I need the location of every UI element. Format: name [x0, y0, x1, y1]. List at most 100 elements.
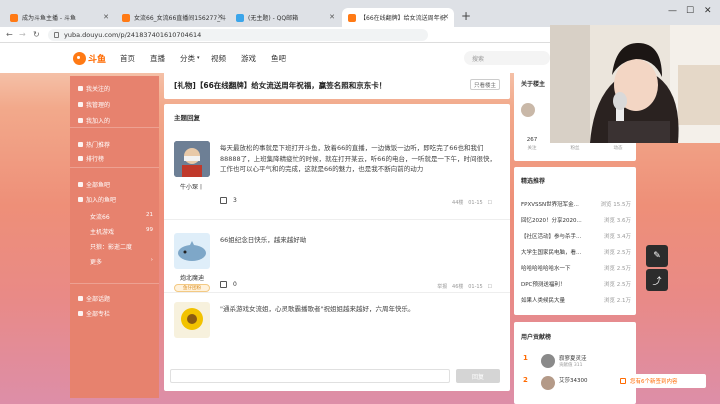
grid-icon	[78, 182, 83, 187]
notice-toast[interactable]: 您有6个新签到内容	[614, 374, 706, 388]
flame-icon	[78, 142, 83, 147]
share-icon[interactable]: ⤴	[646, 269, 668, 291]
close-icon[interactable]: ✕	[217, 13, 223, 21]
reply-date: 01-15	[468, 200, 483, 206]
recommend-item-title: 回忆2020！分享2020...	[521, 218, 582, 224]
url-text: yuba.douyu.com/p/241837401610704614	[64, 31, 202, 39]
recommend-item[interactable]: FPXVSSN世界冠军金... 浏览 15.5万	[521, 200, 631, 208]
only-host-button[interactable]: 只看楼主	[470, 79, 500, 90]
new-tab-icon[interactable]: +	[461, 9, 471, 23]
like-count: 0	[233, 281, 237, 288]
nav-video[interactable]: 视频	[211, 53, 226, 64]
close-icon[interactable]: ✕	[103, 13, 109, 21]
sidebar-item-following[interactable]: 我关注的	[78, 84, 110, 93]
stat-label: 动态	[613, 146, 623, 151]
like-button[interactable]: 3	[220, 197, 237, 204]
sidebar-item-label: 我管理的	[86, 102, 111, 109]
maximize-icon[interactable]: ☐	[686, 6, 694, 16]
like-count: 3	[233, 197, 237, 204]
sidebar-item-joined[interactable]: 我加入的	[78, 116, 110, 125]
sidebar-item-label: 全部鱼吧	[86, 182, 111, 189]
reload-icon[interactable]: ↻	[33, 30, 40, 39]
sidebar-item-joined-yuba[interactable]: 加入的鱼吧	[78, 195, 116, 204]
floor-number: 46楼	[452, 284, 464, 290]
sidebar-item-managed[interactable]: 我管理的	[78, 100, 110, 109]
column-icon	[78, 311, 83, 316]
edit-icon[interactable]: ✎	[646, 245, 668, 267]
reply-bar: 回复	[164, 365, 510, 387]
back-icon[interactable]: ←	[6, 30, 13, 39]
avatar-image	[174, 233, 210, 269]
nav-yuba[interactable]: 鱼吧	[271, 53, 286, 64]
recommend-item[interactable]: 大学生国家民电脑，看... 浏览 2.5万	[521, 248, 631, 256]
browser-tab-active[interactable]: 【66在线翻牌】给女流送周年祝 ✕	[342, 8, 454, 27]
browser-tab[interactable]: (无主题) - QQ邮箱 ✕	[230, 8, 340, 27]
window-close-icon[interactable]: ✕	[704, 6, 712, 16]
rank-name: 艾莎34300	[559, 378, 588, 384]
avatar[interactable]	[174, 233, 210, 269]
rank-title: 用户贡献榜	[521, 334, 552, 341]
sidebar-item-label: 我加入的	[86, 118, 111, 125]
sidebar-item-more[interactable]: 更多	[90, 257, 102, 266]
minimize-icon[interactable]: —	[668, 6, 677, 16]
rank-card: 用户贡献榜 1 寂寥夏灵洼 贡献值 311 2 艾莎34300	[514, 322, 636, 404]
sidebar-item-all-topics[interactable]: 全部话题	[78, 294, 110, 303]
recommend-item-views: 浏览 2.5万	[604, 266, 631, 272]
douyu-logo[interactable]: 斗鱼	[73, 49, 109, 67]
recommend-card: 精选推荐 FPXVSSN世界冠军金... 浏览 15.5万 回忆2020！分享20…	[514, 167, 636, 315]
avatar[interactable]	[521, 103, 535, 117]
reply-input[interactable]	[170, 369, 450, 383]
recommend-item[interactable]: 哈哈哈哈哈哈水一下 浏览 2.5万	[521, 264, 631, 272]
sidebar-section: 热门推荐 排行榜	[70, 130, 159, 168]
main-content: [礼物]【66在线翻牌】给女流送周年祝福，赢签名照和京东卡！ 只看楼主 主题回复…	[164, 71, 510, 391]
nav-category[interactable]: 分类	[180, 53, 195, 64]
sidebar-item-sekiro[interactable]: 只狼：影逝二度	[90, 242, 132, 251]
rank-name: 寂寥夏灵洼	[559, 356, 587, 362]
nav-live[interactable]: 直播	[150, 53, 165, 64]
browser-tab[interactable]: 女流66_女流66直播间156277_斗 ✕	[116, 8, 228, 27]
avatar-image	[174, 302, 210, 338]
recommend-item[interactable]: 如果人类候民大量 浏览 2.1万	[521, 296, 631, 304]
nav-home[interactable]: 首页	[120, 53, 135, 64]
nav-games[interactable]: 游戏	[241, 53, 256, 64]
avatar[interactable]	[174, 141, 210, 177]
recommend-item[interactable]: DPC预测送福利！ 浏览 2.5万	[521, 280, 631, 288]
sidebar-item-all-columns[interactable]: 全部专栏	[78, 309, 110, 318]
reply-button[interactable]: 回复	[456, 369, 500, 383]
owner-card-title: 关于楼主	[521, 81, 546, 88]
sidebar-item-console-games[interactable]: 主机游戏	[90, 227, 114, 236]
close-icon[interactable]: ✕	[329, 13, 335, 21]
sidebar-item-ranking[interactable]: 排行榜	[78, 154, 104, 163]
recommend-item[interactable]: 【社区活动】参与杀手... 浏览 3.4万	[521, 232, 631, 240]
like-button[interactable]: 0	[220, 281, 237, 288]
username[interactable]: 牛小琛丨	[170, 182, 214, 191]
stat-following: 267 关注	[517, 137, 547, 151]
close-icon[interactable]: ✕	[443, 13, 449, 21]
browser-tab[interactable]: 成为斗鱼主播 - 斗鱼 ✕	[4, 8, 114, 27]
search-input[interactable]: 搜索	[464, 51, 550, 65]
recommend-item-views: 浏览 2.1万	[604, 298, 631, 304]
notice-text: 您有6个新签到内容	[630, 379, 678, 385]
username[interactable]: 炮北魔迪	[170, 273, 214, 282]
sidebar-item-all-yuba[interactable]: 全部鱼吧	[78, 180, 110, 189]
sidebar-item-label: 全部专栏	[86, 311, 111, 318]
url-field[interactable]: yuba.douyu.com/p/241837401610704614	[48, 29, 428, 41]
floor-number: 44楼	[452, 200, 464, 206]
sidebar-item-hot[interactable]: 热门推荐	[78, 140, 110, 149]
reply-icon[interactable]: ☐	[488, 200, 492, 206]
rank-item[interactable]: 1 寂寥夏灵洼 贡献值 311	[521, 354, 631, 370]
rank-sub: 贡献值 311	[559, 363, 583, 368]
lock-icon	[54, 32, 59, 38]
sidebar-section: 我关注的 我管理的 我加入的	[70, 76, 159, 128]
rank-number: 2	[523, 376, 528, 384]
report-link[interactable]: 举报	[437, 284, 447, 290]
recommend-item[interactable]: 回忆2020！分享2020... 浏览 3.6万	[521, 216, 631, 224]
sidebar-item-label: 加入的鱼吧	[86, 197, 117, 204]
forward-icon[interactable]: →	[19, 30, 26, 39]
sidebar-item-nvliu66[interactable]: 女流66	[90, 212, 110, 221]
sidebar-section: 全部话题 全部专栏	[70, 286, 159, 326]
qqmail-favicon-icon	[236, 13, 244, 22]
star-icon	[78, 118, 83, 123]
avatar[interactable]	[174, 302, 210, 338]
reply-icon[interactable]: ☐	[488, 284, 492, 290]
